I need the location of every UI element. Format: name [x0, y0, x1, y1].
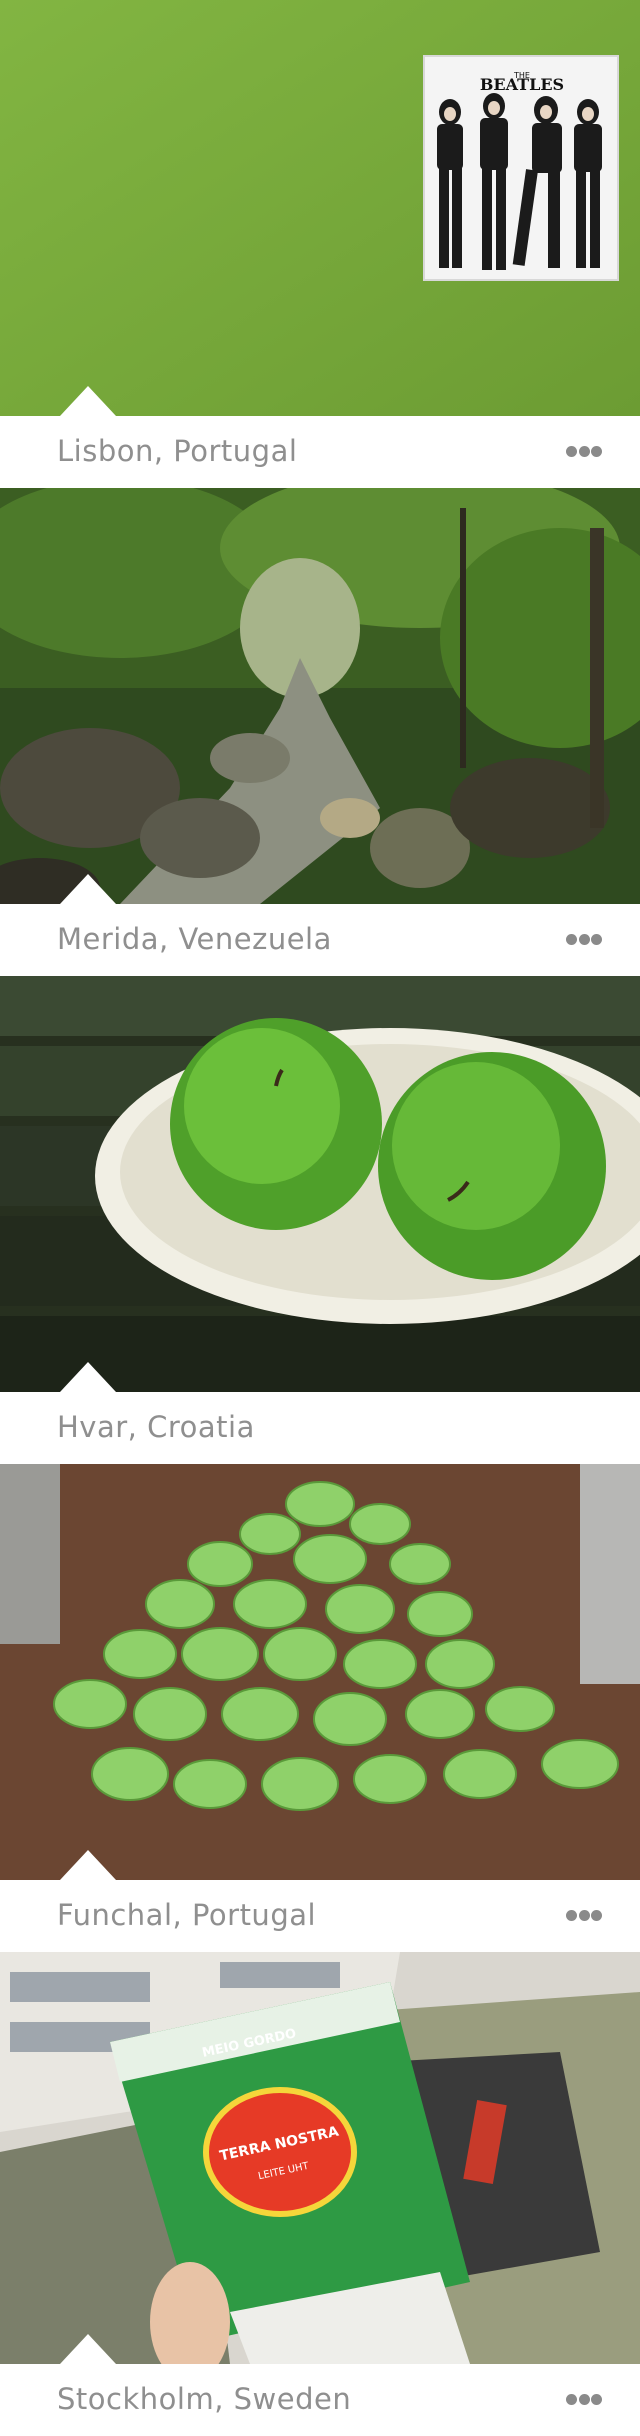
post-location[interactable]: Lisbon, Portugal — [57, 434, 297, 468]
more-options-icon[interactable] — [566, 2392, 602, 2406]
post-caption: Lisbon, Portugal — [0, 386, 640, 488]
caption-notch — [60, 386, 116, 416]
post-card: MEIO GORDO TERRA NOSTRA LEITE UHT Stockh… — [0, 1952, 640, 2436]
post-card: Merida, Venezuela — [0, 488, 640, 976]
post-location[interactable]: Funchal, Portugal — [57, 1898, 316, 1932]
post-photo[interactable] — [0, 1464, 640, 1880]
post-caption: Funchal, Portugal — [0, 1850, 640, 1952]
more-options-icon[interactable] — [566, 1908, 602, 1922]
jungle-stream-image — [0, 488, 640, 904]
milk-carton-image: MEIO GORDO TERRA NOSTRA LEITE UHT — [0, 1952, 640, 2364]
post-photo[interactable]: THE BEATLES — [0, 0, 640, 416]
green-apples-image — [0, 976, 640, 1392]
poster-title-text: BEATLES — [480, 75, 564, 94]
post-photo[interactable]: MEIO GORDO TERRA NOSTRA LEITE UHT — [0, 1952, 640, 2364]
caption-notch — [60, 874, 116, 904]
more-options-icon[interactable] — [566, 444, 602, 458]
post-caption: Stockholm, Sweden — [0, 2334, 640, 2436]
post-card: THE BEATLES Lisbon, Portugal — [0, 0, 640, 488]
post-card: Hvar, Croatia — [0, 976, 640, 1464]
post-card: Funchal, Portugal — [0, 1464, 640, 1952]
more-options-icon[interactable] — [566, 932, 602, 946]
beatles-poster-image: THE BEATLES — [0, 0, 640, 416]
post-caption: Hvar, Croatia — [0, 1362, 640, 1464]
caption-notch — [60, 1362, 116, 1392]
post-location[interactable]: Stockholm, Sweden — [57, 2382, 351, 2416]
caption-notch — [60, 2334, 116, 2364]
post-caption: Merida, Venezuela — [0, 874, 640, 976]
photo-feed: THE BEATLES Lisbon, Portugal Merida, Ven… — [0, 0, 640, 2436]
post-photo[interactable] — [0, 976, 640, 1392]
post-photo[interactable] — [0, 488, 640, 904]
post-location[interactable]: Merida, Venezuela — [57, 922, 332, 956]
basil-plant-image — [0, 1464, 640, 1880]
post-location[interactable]: Hvar, Croatia — [57, 1410, 255, 1444]
caption-notch — [60, 1850, 116, 1880]
